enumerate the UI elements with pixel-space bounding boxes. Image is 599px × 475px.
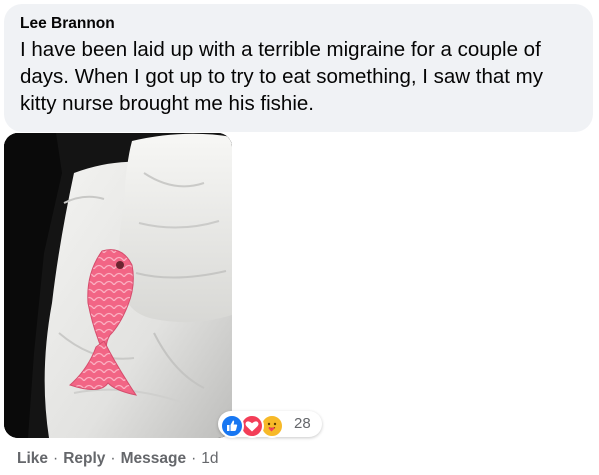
comment-actions: Like · Reply · Message · 1d <box>17 449 218 469</box>
message-button[interactable]: Message <box>121 450 186 467</box>
reply-button[interactable]: Reply <box>63 450 105 467</box>
reaction-summary[interactable]: 28 <box>218 411 322 438</box>
action-separator: · <box>191 450 197 467</box>
action-separator: · <box>53 450 59 467</box>
photo-image <box>4 133 232 438</box>
comment-photo[interactable] <box>4 133 232 438</box>
comment-bubble: Lee Brannon I have been laid up with a t… <box>4 4 593 132</box>
action-separator: · <box>110 450 116 467</box>
comment-author[interactable]: Lee Brannon <box>20 14 581 34</box>
comment-text: I have been laid up with a terrible migr… <box>20 38 544 115</box>
comment-timestamp[interactable]: 1d <box>201 450 218 467</box>
like-icon <box>220 414 244 438</box>
like-button[interactable]: Like <box>17 450 48 467</box>
reaction-count: 28 <box>294 415 311 432</box>
